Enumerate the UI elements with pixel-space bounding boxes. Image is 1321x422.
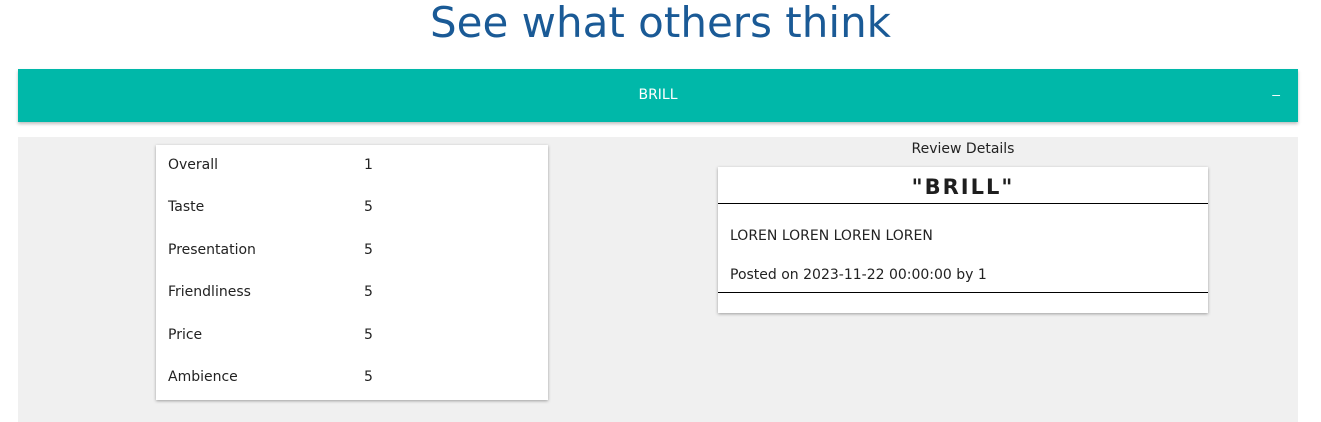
rating-value: 5 <box>364 242 373 258</box>
collapse-icon[interactable]: – <box>1272 69 1280 119</box>
rating-row-ambience: Ambience 5 <box>168 369 538 389</box>
review-meta: Posted on 2023-11-22 00:00:00 by 1 <box>718 267 1208 293</box>
rating-row-presentation: Presentation 5 <box>168 242 538 262</box>
rating-value: 1 <box>364 157 373 173</box>
rating-row-price: Price 5 <box>168 327 538 347</box>
posted-date: 2023-11-22 00:00:00 <box>803 267 952 283</box>
rating-value: 5 <box>364 199 373 215</box>
review-body: LOREN LOREN LOREN LOREN <box>730 228 933 244</box>
rating-value: 5 <box>364 284 373 300</box>
rating-row-overall: Overall 1 <box>168 157 538 177</box>
posted-prefix: Posted on <box>730 267 799 283</box>
rating-value: 5 <box>364 369 373 385</box>
rating-label: Overall <box>168 157 219 173</box>
rating-row-taste: Taste 5 <box>168 199 538 219</box>
review-details-heading: Review Details <box>911 141 1015 157</box>
rating-label: Friendliness <box>168 284 251 300</box>
posted-by-prefix: by <box>956 267 974 283</box>
review-accordion-header[interactable]: BRILL – <box>18 69 1298 122</box>
rating-label: Ambience <box>168 369 238 385</box>
page-title: See what others think <box>429 0 892 47</box>
rating-label: Price <box>168 327 203 343</box>
review-title: "BRILL" <box>718 167 1208 204</box>
rating-label: Presentation <box>168 242 256 258</box>
rating-label: Taste <box>168 199 205 215</box>
rating-row-friendliness: Friendliness 5 <box>168 284 538 304</box>
rating-value: 5 <box>364 327 373 343</box>
ratings-card: Overall 1 Taste 5 Presentation 5 Friendl… <box>156 145 548 400</box>
review-card: "BRILL" LOREN LOREN LOREN LOREN Posted o… <box>718 167 1208 313</box>
review-author: 1 <box>977 267 987 283</box>
accordion-title: BRILL <box>638 87 678 103</box>
review-panel: Overall 1 Taste 5 Presentation 5 Friendl… <box>18 137 1298 422</box>
